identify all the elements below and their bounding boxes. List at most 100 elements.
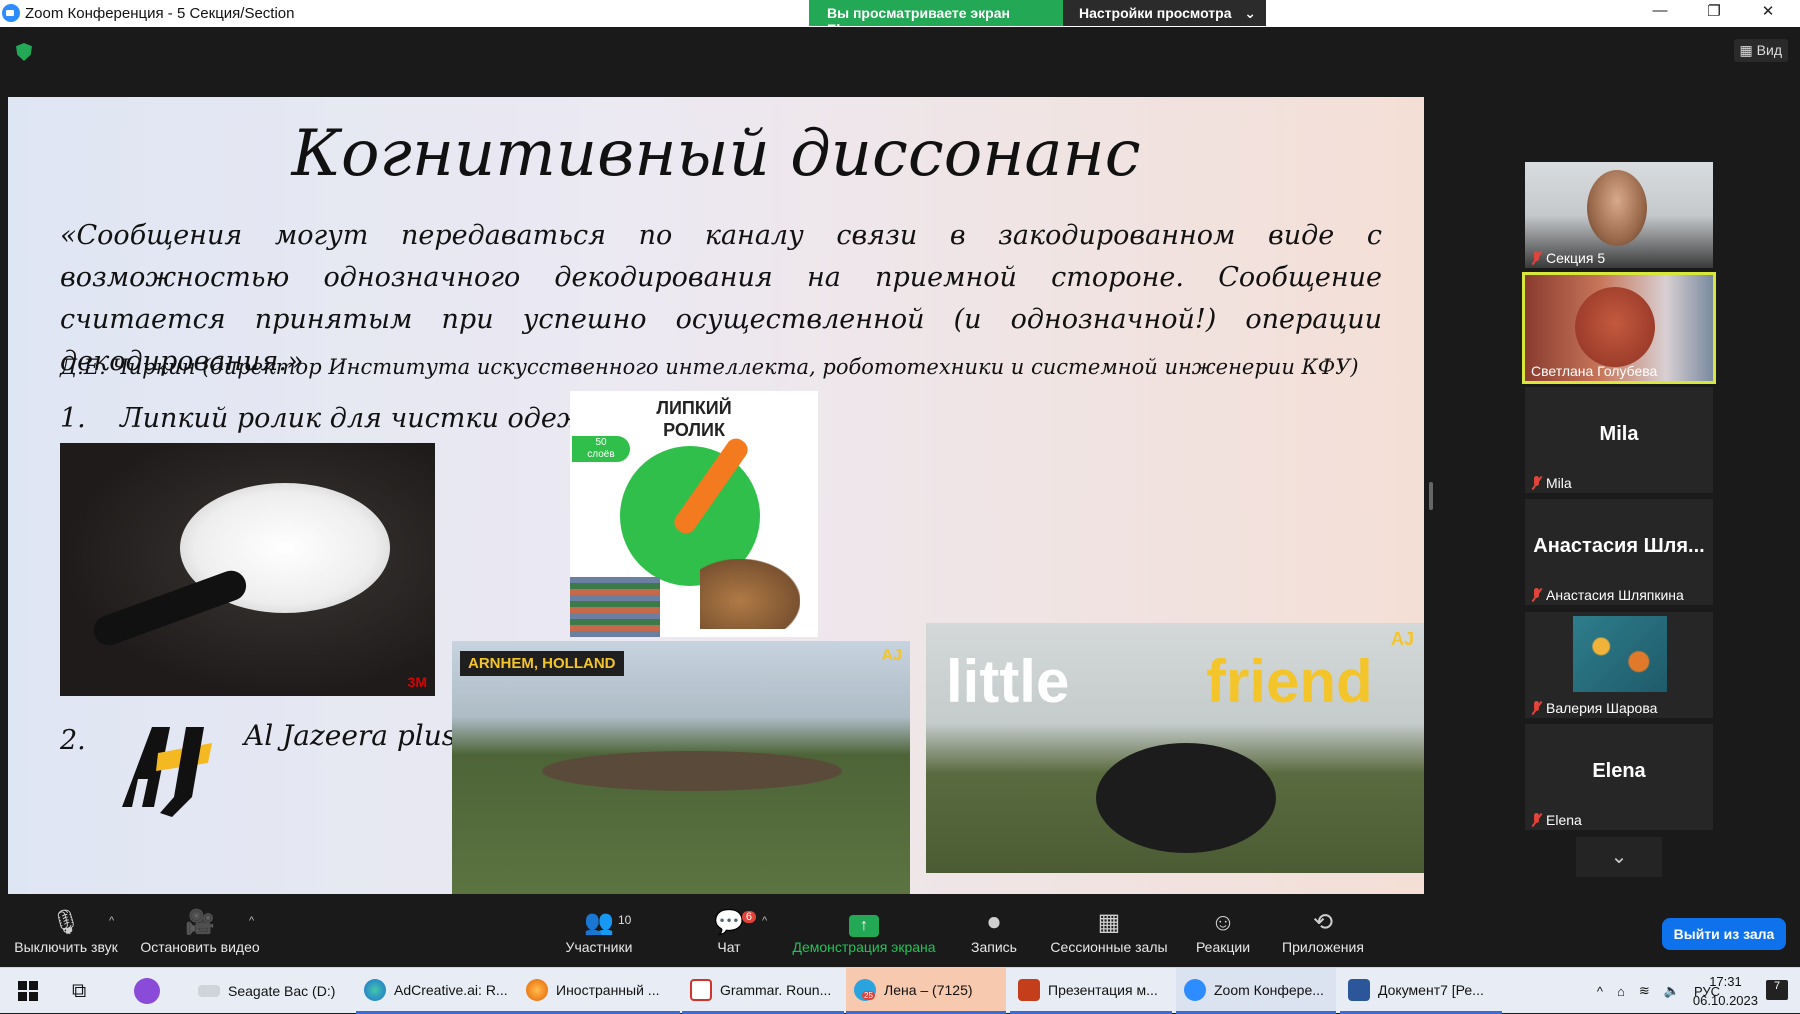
taskbar-item-label: Seagate Bac (D:) xyxy=(228,983,336,999)
notification-count: 7 xyxy=(1773,980,1781,992)
participant-tile[interactable]: Mila Mila xyxy=(1525,387,1713,493)
grid-icon: ▦ xyxy=(1739,42,1757,58)
share-screen-button[interactable]: ↑ Демонстрация экрана xyxy=(790,907,938,955)
mute-button[interactable]: 🎙 Выключить звук xyxy=(12,907,120,955)
mute-label: Выключить звук xyxy=(14,939,118,955)
participant-tile[interactable]: Секция 5 xyxy=(1525,162,1713,268)
participant-name: Светлана Голубева xyxy=(1531,363,1658,379)
clock-time: 17:31 xyxy=(1709,974,1742,989)
taskbar-item-pdf[interactable]: Grammar. Roun... xyxy=(682,968,844,1014)
window-title: Zoom Конференция - 5 Секция/Section xyxy=(25,5,295,22)
start-button[interactable] xyxy=(10,968,50,1014)
viewing-screen-label: Вы просматриваете экран Elena xyxy=(809,0,1063,37)
panel-resize-handle[interactable] xyxy=(1429,482,1433,510)
cat-roller-photo: 3M xyxy=(60,443,435,696)
ostrich-video-still: little friend AJ xyxy=(926,623,1424,873)
participant-name: Elena xyxy=(1531,812,1582,828)
participants-button[interactable]: 👥 10 Участники xyxy=(560,907,638,955)
al-jazeera-plus-logo xyxy=(122,727,212,817)
breakout-rooms-button[interactable]: ▦ Сессионные залы xyxy=(1049,907,1169,955)
participant-tile[interactable]: Анастасия Шля... Анастасия Шляпкина xyxy=(1525,499,1713,605)
participant-tile-active-speaker[interactable]: Светлана Голубева xyxy=(1522,272,1716,384)
reactions-button[interactable]: ☺ Реакции xyxy=(1192,907,1254,955)
minimize-button[interactable]: — xyxy=(1637,2,1683,24)
assistant-button[interactable] xyxy=(126,968,166,1014)
edge-browser-icon xyxy=(364,978,386,1001)
aj-watermark-icon: AJ xyxy=(1390,629,1414,649)
location-caption: ARNHEM, HOLLAND xyxy=(460,651,624,676)
drone-cat-video-still: ARNHEM, HOLLAND AJ xyxy=(452,641,910,894)
reactions-icon: ☺ xyxy=(1210,909,1236,936)
word-icon xyxy=(1348,978,1370,1001)
meeting-toolbar: 🎙 Выключить звук ^ 🎥 Остановить видео ^ … xyxy=(0,897,1800,967)
close-button[interactable]: ✕ xyxy=(1745,2,1791,24)
meeting-area: ▦ Вид Когнитивный диссонанс «Сообщения м… xyxy=(0,27,1800,897)
taskbar-item-edge[interactable]: AdCreative.ai: R... xyxy=(356,968,518,1014)
taskbar-item-zoom[interactable]: Zoom Конфере... xyxy=(1176,968,1336,1014)
reactions-label: Реакции xyxy=(1195,939,1251,955)
participant-name: Секция 5 xyxy=(1531,250,1605,266)
taskbar-item-powerpoint[interactable]: Презентация м... xyxy=(1010,968,1172,1014)
zoom-app-icon xyxy=(2,4,20,22)
device-icon[interactable]: ⌂ xyxy=(1617,984,1625,999)
record-icon: ⏺ xyxy=(988,909,1000,936)
audio-options-caret-icon[interactable]: ^ xyxy=(109,915,114,927)
participants-count: 10 xyxy=(618,913,632,927)
mic-muted-icon xyxy=(1531,813,1542,827)
participant-big-name: Анастасия Шля... xyxy=(1533,535,1705,557)
participant-name: Mila xyxy=(1531,475,1572,491)
show-hidden-icons-chevron-up-icon[interactable]: ^ xyxy=(1597,984,1603,999)
taskbar-item-drive[interactable]: Seagate Bac (D:) xyxy=(190,968,358,1014)
taskbar-item-firefox[interactable]: Иностранный ... xyxy=(518,968,680,1014)
lint-roller-image xyxy=(89,566,251,650)
slide-title: Когнитивный диссонанс xyxy=(291,117,1141,191)
task-view-button[interactable]: ⧉ xyxy=(64,968,104,1014)
taskbar-item-label: Grammar. Roun... xyxy=(720,981,832,998)
view-button[interactable]: ▦ Вид xyxy=(1733,39,1788,62)
leave-meeting-button[interactable]: Выйти из зала xyxy=(1662,918,1786,950)
assistant-icon xyxy=(134,978,160,1004)
security-shield-icon[interactable] xyxy=(16,43,32,61)
screen-share-banner: Вы просматриваете экран Elena Настройки … xyxy=(809,0,1266,37)
apps-label: Приложения xyxy=(1282,939,1364,955)
view-button-label: Вид xyxy=(1756,42,1782,58)
taskbar-item-label: Иностранный ... xyxy=(556,981,660,998)
wifi-icon[interactable]: ≋ xyxy=(1639,983,1650,999)
scroll-down-chevron-icon[interactable]: ⌄ xyxy=(1576,837,1662,877)
product-heading: ЛИПКИЙ РОЛИК xyxy=(656,398,732,440)
zoom-icon xyxy=(1184,978,1206,1001)
video-caption-word1: little xyxy=(946,648,1070,715)
participant-big-name: Elena xyxy=(1592,760,1646,782)
chat-label: Чат xyxy=(717,939,741,955)
telegram-icon: 25 xyxy=(854,978,876,1001)
notifications-icon[interactable]: 7 xyxy=(1766,980,1788,1000)
taskbar-item-label: Презентация м... xyxy=(1048,981,1158,998)
record-button[interactable]: ⏺ Запись xyxy=(968,907,1020,955)
windows-taskbar: ⧉ Seagate Bac (D:) AdCreative.ai: R... И… xyxy=(0,967,1800,1014)
lint-roller-product-photo: ЛИПКИЙ РОЛИК 50 слоёв xyxy=(570,391,818,637)
taskbar-item-telegram[interactable]: 25 Лена – (7125) xyxy=(846,968,1006,1014)
taskbar-item-label: Zoom Конфере... xyxy=(1214,981,1324,998)
clock[interactable]: 17:31 06.10.2023 xyxy=(1693,972,1758,1010)
drive-icon xyxy=(198,985,220,997)
taskbar-item-word[interactable]: Документ7 [Ре... xyxy=(1340,968,1502,1014)
apps-button[interactable]: ⟲ Приложения xyxy=(1278,907,1368,955)
restore-button[interactable]: ❐ xyxy=(1691,2,1737,24)
chat-unread-badge: 6 xyxy=(741,911,756,923)
mic-muted-icon xyxy=(1531,701,1542,715)
participant-tile[interactable]: Elena Elena xyxy=(1525,724,1713,830)
chat-button[interactable]: 💬 6 Чат xyxy=(712,907,756,955)
volume-icon[interactable]: 🔈 xyxy=(1664,983,1680,999)
view-options-dropdown[interactable]: Настройки просмотра ⌄ xyxy=(1063,0,1266,26)
breakout-rooms-label: Сессионные залы xyxy=(1050,939,1168,955)
product-badge: 50 слоёв xyxy=(572,436,630,462)
participant-tile[interactable]: Валерия Шарова xyxy=(1525,612,1713,718)
badge-unit: слоёв xyxy=(587,449,615,460)
slide-item-2-text: Al Jazeera plus xyxy=(244,719,457,752)
slide-author: Д.Е. Чиркин (директор Института искусств… xyxy=(60,355,1359,379)
towels-image xyxy=(570,577,660,637)
chat-options-caret-icon[interactable]: ^ xyxy=(762,915,767,927)
stop-video-button[interactable]: 🎥 Остановить видео xyxy=(138,907,262,955)
windows-logo-icon xyxy=(18,981,38,1001)
video-options-caret-icon[interactable]: ^ xyxy=(249,915,254,927)
